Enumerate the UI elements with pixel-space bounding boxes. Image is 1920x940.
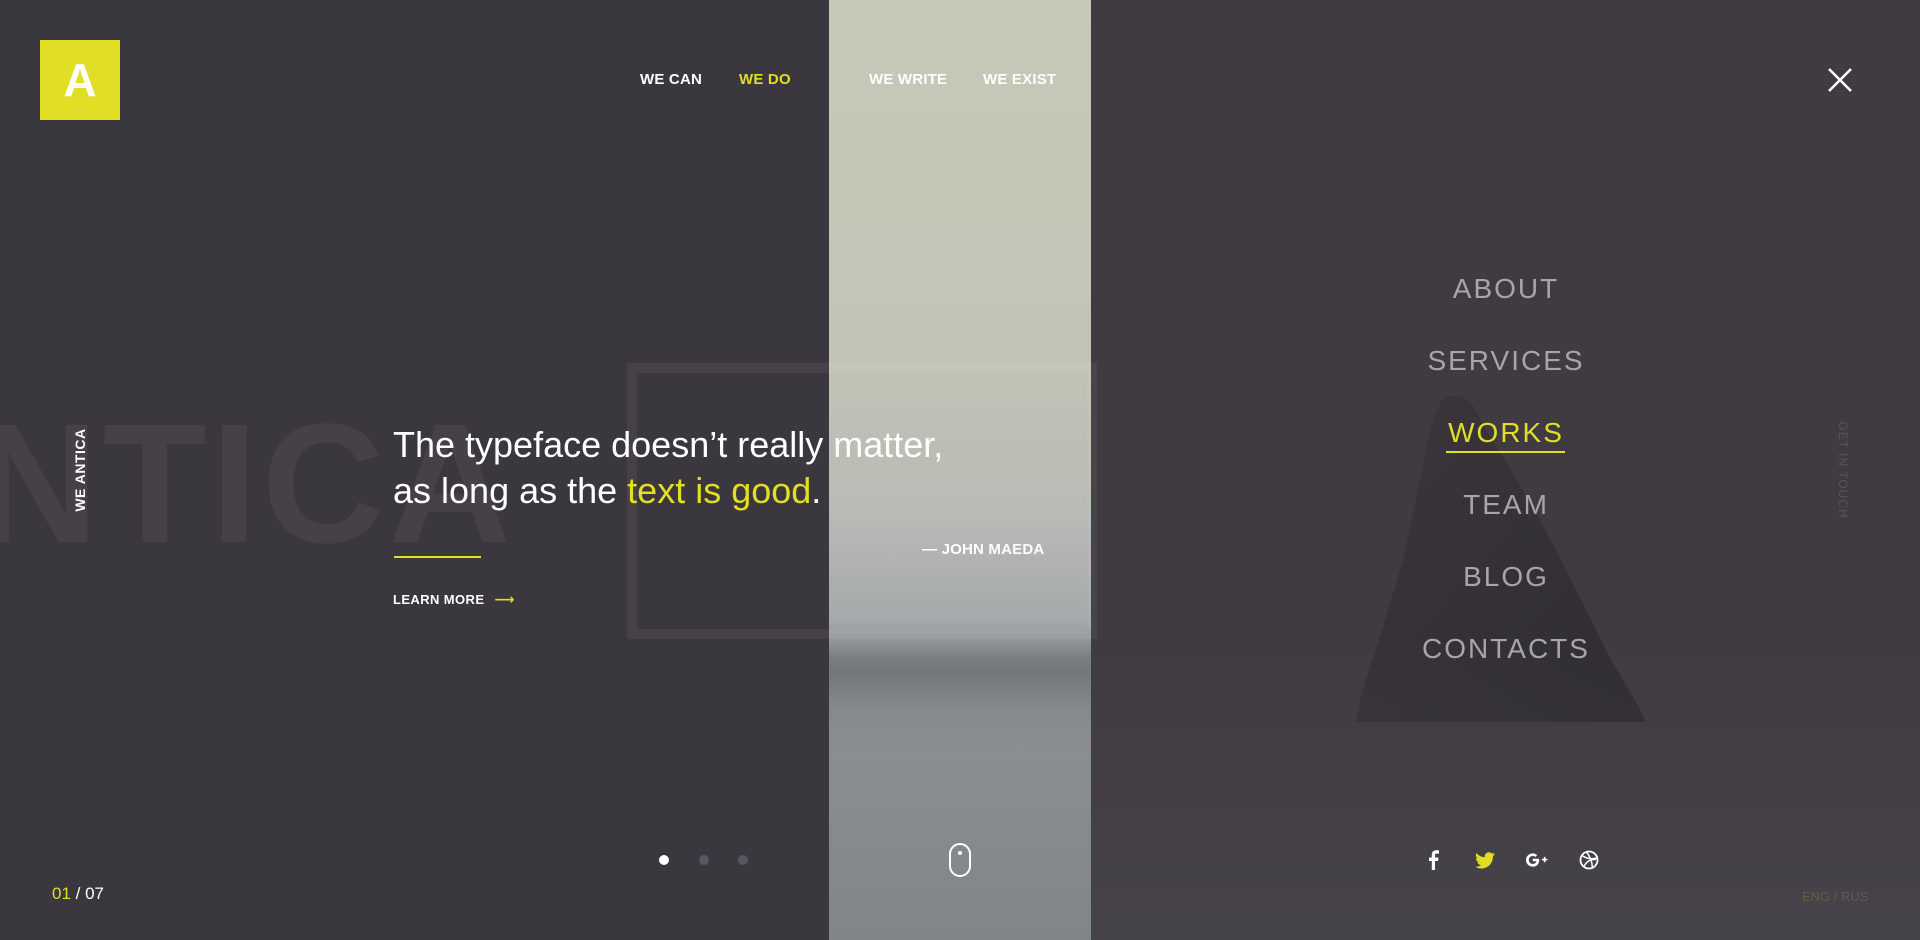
quote-highlight: text is good [627, 470, 812, 511]
dribbble-icon[interactable] [1578, 849, 1600, 871]
quote-text: The typeface doesn’t really matter, as l… [393, 422, 1093, 514]
quote-line-2: as long as the text is good. [393, 468, 1093, 514]
quote-line-2-prefix: as long as the [393, 470, 628, 511]
menu-item-works[interactable]: WORKS [1356, 417, 1656, 449]
learn-more-link[interactable]: LEARN MORE ⟶ [393, 591, 515, 608]
horizon-shade [829, 645, 1091, 705]
facebook-icon[interactable] [1422, 849, 1444, 871]
learn-more-label: LEARN MORE [393, 592, 485, 607]
language-separator: / [1830, 889, 1842, 904]
page-counter-separator: / [70, 884, 86, 903]
twitter-icon[interactable] [1474, 849, 1496, 871]
quote-line-1: The typeface doesn’t really matter, [393, 424, 944, 465]
page-counter: 01 / 07 [52, 884, 104, 904]
logo[interactable]: A [40, 40, 120, 120]
slider-dot-1[interactable] [659, 855, 669, 865]
menu-item-team[interactable]: TEAM [1356, 489, 1656, 521]
google-plus-icon[interactable] [1526, 849, 1548, 871]
slider-dot-3[interactable] [738, 855, 748, 865]
nav-we-do[interactable]: WE DO [739, 71, 791, 88]
get-in-touch-link[interactable]: GET IN TOUCH [1836, 421, 1850, 518]
menu-item-services[interactable]: SERVICES [1356, 345, 1656, 377]
menu-item-about[interactable]: ABOUT [1356, 273, 1656, 305]
slider-dot-2[interactable] [699, 855, 709, 865]
nav-we-write[interactable]: WE WRITE [869, 71, 947, 88]
page-counter-total: 07 [85, 884, 105, 903]
language-switch: ENG / RUS [1802, 889, 1868, 904]
language-eng[interactable]: ENG [1802, 889, 1830, 904]
menu-item-contacts[interactable]: CONTACTS [1356, 633, 1656, 665]
menu-item-blog[interactable]: BLOG [1356, 561, 1656, 593]
quote-divider [394, 556, 481, 558]
page-counter-current: 01 [52, 884, 71, 903]
active-menu-underline [1446, 451, 1565, 453]
rock-image [1091, 395, 1920, 940]
vertical-brand-label: WE ANTICA [72, 428, 88, 512]
close-icon[interactable] [1826, 66, 1854, 94]
quote-author: — JOHN MAEDA [922, 541, 1045, 558]
mouse-scroll-icon[interactable] [949, 843, 971, 877]
right-panel-background [1091, 0, 1920, 940]
arrow-right-icon: ⟶ [494, 591, 515, 607]
language-rus[interactable]: RUS [1841, 889, 1868, 904]
quote-line-2-suffix: . [811, 470, 822, 511]
nav-we-can[interactable]: WE CAN [640, 71, 702, 88]
nav-we-exist[interactable]: WE EXIST [983, 71, 1056, 88]
